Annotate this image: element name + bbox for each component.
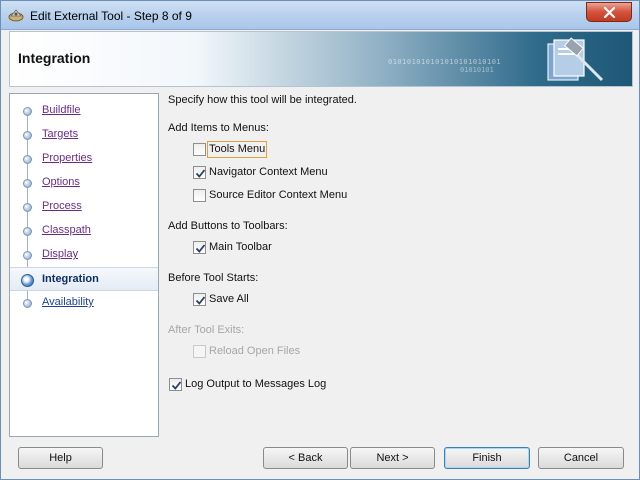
next-button[interactable]: Next >	[350, 447, 435, 469]
nav-item-properties[interactable]: Properties	[10, 147, 158, 171]
cancel-button[interactable]: Cancel	[538, 447, 624, 469]
window-title: Edit External Tool - Step 8 of 9	[30, 9, 192, 23]
checkmark-icon	[195, 169, 206, 178]
close-icon	[603, 7, 616, 18]
navigator-menu-label[interactable]: Navigator Context Menu	[209, 166, 328, 178]
nav-item-label: Options	[42, 176, 80, 188]
nav-item-display[interactable]: Display	[10, 243, 158, 267]
tool-gear-icon	[8, 7, 24, 23]
source-editor-menu-checkbox[interactable]	[193, 189, 206, 202]
step-dot-icon	[23, 299, 32, 308]
header-decoration-text: 010101010101010101010101	[388, 58, 502, 66]
save-all-checkbox[interactable]	[193, 293, 206, 306]
current-step-icon	[21, 274, 34, 287]
main-toolbar-checkbox[interactable]	[193, 241, 206, 254]
nav-item-label: Integration	[42, 273, 99, 285]
finish-button[interactable]: Finish	[444, 447, 530, 469]
reload-files-label: Reload Open Files	[209, 345, 301, 357]
log-output-label[interactable]: Log Output to Messages Log	[185, 378, 326, 390]
main-toolbar-label[interactable]: Main Toolbar	[209, 241, 272, 253]
navigator-menu-checkbox[interactable]	[193, 166, 206, 179]
nav-item-integration[interactable]: Integration	[10, 267, 158, 291]
dialog-window: Edit External Tool - Step 8 of 9 Integra…	[0, 0, 640, 480]
step-dot-icon	[23, 251, 32, 260]
step-dot-icon	[23, 179, 32, 188]
nav-item-targets[interactable]: Targets	[10, 123, 158, 147]
nav-item-label: Display	[42, 248, 79, 260]
wizard-steps-nav: Buildfile Targets Properties Options Pro…	[9, 93, 159, 437]
integration-panel: Specify how this tool will be integrated…	[167, 93, 633, 437]
nav-item-label: Properties	[42, 152, 93, 164]
tools-menu-checkbox[interactable]	[193, 143, 206, 156]
save-all-label[interactable]: Save All	[209, 293, 249, 305]
step-dot-icon	[23, 155, 32, 164]
after-heading: After Tool Exits:	[168, 324, 245, 336]
menus-heading: Add Items to Menus:	[168, 122, 269, 134]
title-bar[interactable]: Edit External Tool - Step 8 of 9	[1, 1, 639, 30]
nav-item-process[interactable]: Process	[10, 195, 158, 219]
step-dot-icon	[23, 131, 32, 140]
nav-item-label: Buildfile	[42, 104, 81, 116]
toolbars-heading: Add Buttons to Toolbars:	[168, 220, 288, 232]
checkmark-icon	[171, 381, 182, 390]
nav-item-classpath[interactable]: Classpath	[10, 219, 158, 243]
page-title: Integration	[18, 50, 91, 66]
nav-item-buildfile[interactable]: Buildfile	[10, 99, 158, 123]
nav-item-label: Classpath	[42, 224, 91, 236]
nav-item-options[interactable]: Options	[10, 171, 158, 195]
nav-item-label: Targets	[42, 128, 79, 140]
tools-menu-label[interactable]: Tools Menu	[209, 143, 265, 155]
before-heading: Before Tool Starts:	[168, 272, 259, 284]
step-dot-icon	[23, 227, 32, 236]
step-dot-icon	[23, 203, 32, 212]
header-decoration-text-2: 01010101	[460, 66, 494, 74]
wizard-hammer-icon	[547, 37, 604, 82]
checkmark-icon	[195, 296, 206, 305]
reload-files-checkbox	[193, 345, 206, 358]
nav-item-label: Process	[42, 200, 82, 212]
back-button[interactable]: < Back	[263, 447, 348, 469]
nav-item-label: Availability	[42, 296, 94, 308]
wizard-header: Integration 010101010101010101010101 010…	[9, 31, 633, 87]
nav-item-availability[interactable]: Availability	[10, 291, 158, 315]
log-output-checkbox[interactable]	[169, 378, 182, 391]
step-dot-icon	[23, 107, 32, 116]
close-button[interactable]	[586, 2, 632, 22]
checkmark-icon	[195, 244, 206, 253]
source-editor-menu-label[interactable]: Source Editor Context Menu	[209, 189, 347, 201]
help-button[interactable]: Help	[18, 447, 103, 469]
intro-text: Specify how this tool will be integrated…	[168, 94, 357, 106]
